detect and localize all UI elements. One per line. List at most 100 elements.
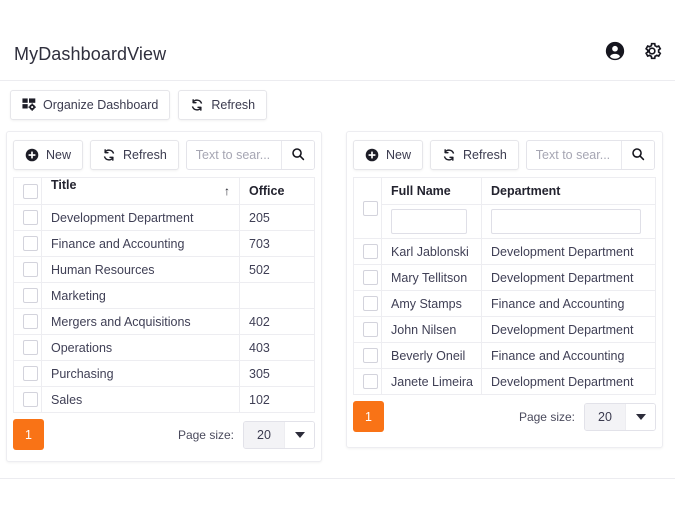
- departments-search-button[interactable]: [280, 141, 314, 169]
- departments-new-label: New: [46, 147, 72, 162]
- cell-office: 502: [239, 256, 315, 283]
- organize-dashboard-button[interactable]: Organize Dashboard: [10, 90, 171, 120]
- cell-full-name: Janete Limeira: [381, 368, 482, 395]
- table-row[interactable]: Mary Tellitson Development Department: [353, 264, 656, 291]
- footer-divider: [0, 478, 675, 479]
- row-checkbox[interactable]: [23, 262, 38, 278]
- page-button-1[interactable]: 1: [353, 401, 384, 432]
- cell-department: Development Department: [481, 264, 656, 291]
- row-select-cell: [13, 230, 42, 257]
- cell-title: Marketing: [41, 282, 240, 309]
- row-checkbox[interactable]: [363, 348, 378, 364]
- filter-row: [354, 204, 656, 239]
- row-checkbox[interactable]: [23, 288, 38, 304]
- table-row[interactable]: Beverly Oneil Finance and Accounting: [353, 342, 656, 369]
- cell-full-name: Amy Stamps: [381, 290, 482, 317]
- row-checkbox[interactable]: [23, 314, 38, 330]
- filter-cell-department: [481, 204, 656, 239]
- refresh-icon: [442, 148, 456, 162]
- column-header-department[interactable]: Department: [481, 177, 656, 205]
- row-checkbox[interactable]: [363, 296, 378, 312]
- employees-panel: New Refresh Text to sear... Full Name De…: [346, 131, 663, 448]
- departments-search-input[interactable]: [186, 141, 281, 169]
- row-checkbox[interactable]: [363, 374, 378, 390]
- cell-office: [239, 282, 315, 309]
- table-row[interactable]: Karl Jablonski Development Department: [353, 238, 656, 265]
- filter-input-department[interactable]: [491, 208, 641, 234]
- settings-gear-icon[interactable]: [641, 40, 663, 62]
- organize-dashboard-icon: [22, 98, 36, 112]
- departments-panel: New Refresh Text to sear... Title ↑ Offi…: [6, 131, 322, 462]
- table-row[interactable]: Human Resources 502: [13, 256, 315, 283]
- row-select-cell: [13, 308, 42, 335]
- page-button-1[interactable]: 1: [13, 419, 44, 450]
- cell-full-name: Beverly Oneil: [381, 342, 482, 369]
- page-size-dropdown[interactable]: 20: [584, 402, 656, 431]
- row-select-cell: [13, 386, 42, 413]
- cell-title: Sales: [41, 386, 240, 413]
- departments-table: Title ↑ Office Development Department 20…: [13, 177, 315, 413]
- filter-input-full-name[interactable]: [391, 208, 467, 234]
- select-all-checkbox[interactable]: [23, 183, 38, 199]
- table-row[interactable]: John Nilsen Development Department: [353, 316, 656, 343]
- chevron-down-icon[interactable]: [284, 421, 314, 448]
- row-checkbox[interactable]: [23, 392, 38, 408]
- row-select-cell: [353, 264, 382, 291]
- page-size-label: Page size:: [518, 409, 575, 424]
- table-row[interactable]: Purchasing 305: [13, 360, 315, 387]
- row-checkbox[interactable]: [23, 366, 38, 382]
- employees-toolbar: New Refresh: [347, 132, 662, 177]
- cell-department: Development Department: [481, 316, 656, 343]
- cell-department: Finance and Accounting: [481, 290, 656, 317]
- table-header-row: Full Name Department: [353, 177, 656, 239]
- departments-toolbar: New Refresh: [7, 132, 321, 177]
- employees-refresh-button[interactable]: Refresh: [430, 140, 519, 170]
- refresh-icon: [190, 98, 204, 112]
- dashboard-toolbar: Organize Dashboard Refresh: [10, 90, 268, 120]
- plus-circle-icon: [25, 148, 39, 162]
- column-header-full-name-label: Full Name: [391, 184, 451, 198]
- cell-full-name: John Nilsen: [381, 316, 482, 343]
- row-checkbox[interactable]: [363, 270, 378, 286]
- row-checkbox[interactable]: [23, 236, 38, 252]
- account-icon[interactable]: [604, 40, 626, 62]
- table-row[interactable]: Operations 403: [13, 334, 315, 361]
- table-row[interactable]: Sales 102: [13, 386, 315, 413]
- departments-new-button[interactable]: New: [13, 140, 84, 170]
- cell-title: Development Department: [41, 204, 240, 231]
- row-checkbox[interactable]: [363, 244, 378, 260]
- row-checkbox[interactable]: [363, 322, 378, 338]
- table-row[interactable]: Development Department 205: [13, 204, 315, 231]
- page-title: MyDashboardView: [14, 44, 167, 64]
- select-all-header: [353, 177, 382, 239]
- dashboard-refresh-label: Refresh: [211, 97, 256, 112]
- column-header-title[interactable]: Title ↑: [41, 177, 240, 205]
- table-row[interactable]: Finance and Accounting 703: [13, 230, 315, 257]
- organize-dashboard-label: Organize Dashboard: [43, 97, 159, 112]
- table-row[interactable]: Mergers and Acquisitions 402: [13, 308, 315, 335]
- table-row[interactable]: Janete Limeira Development Department: [353, 368, 656, 395]
- select-all-checkbox[interactable]: [363, 200, 378, 216]
- cell-department: Development Department: [481, 238, 656, 265]
- departments-refresh-button[interactable]: Refresh: [90, 140, 179, 170]
- row-select-cell: [353, 342, 382, 369]
- row-checkbox[interactable]: [23, 340, 38, 356]
- employees-search-button[interactable]: [620, 141, 654, 169]
- row-checkbox[interactable]: [23, 210, 38, 226]
- table-row[interactable]: Amy Stamps Finance and Accounting: [353, 290, 656, 317]
- row-select-cell: [353, 290, 382, 317]
- row-select-cell: [13, 256, 42, 283]
- employees-new-label: New: [386, 147, 412, 162]
- chevron-down-icon[interactable]: [625, 403, 655, 430]
- plus-circle-icon: [365, 148, 379, 162]
- employees-search-input[interactable]: [526, 141, 621, 169]
- employees-new-button[interactable]: New: [353, 140, 424, 170]
- dashboard-refresh-button[interactable]: Refresh: [178, 90, 268, 120]
- table-row[interactable]: Marketing: [13, 282, 315, 309]
- row-select-cell: [13, 334, 42, 361]
- column-header-full-name[interactable]: Full Name: [381, 177, 482, 205]
- row-select-cell: [13, 282, 42, 309]
- sort-ascending-icon[interactable]: ↑: [224, 179, 230, 204]
- page-size-dropdown[interactable]: 20: [243, 420, 315, 449]
- column-header-office[interactable]: Office: [239, 177, 315, 205]
